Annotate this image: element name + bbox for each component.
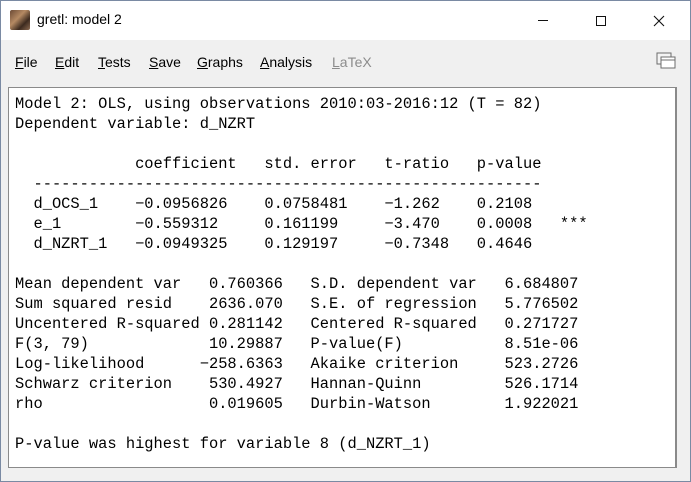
menu-graphs[interactable]: Graphs: [197, 54, 243, 70]
minimize-button[interactable]: [520, 1, 566, 40]
menu-edit[interactable]: Edit: [55, 54, 79, 70]
menu-latex[interactable]: LaTeX: [332, 54, 372, 70]
model-output-text-area[interactable]: Model 2: OLS, using observations 2010:03…: [8, 87, 677, 468]
output-line: d_NZRT_1 −0.0949325 0.129197 −0.7348 0.4…: [15, 235, 533, 253]
output-line: P-value was highest for variable 8 (d_NZ…: [15, 435, 431, 453]
output-line: Uncentered R-squared 0.281142 Centered R…: [15, 315, 579, 333]
output-line: Log-likelihood −258.6363 Akaike criterio…: [15, 355, 579, 373]
output-line: Sum squared resid 2636.070 S.E. of regre…: [15, 295, 579, 313]
output-line: rho 0.019605 Durbin-Watson 1.922021: [15, 395, 579, 413]
output-line: Schwarz criterion 530.4927 Hannan-Quinn …: [15, 375, 579, 393]
title-bar[interactable]: gretl: model 2: [1, 1, 690, 40]
output-line: Model 2: OLS, using observations 2010:03…: [15, 95, 542, 113]
output-line: e_1 −0.559312 0.161199 −3.470 0.0008 ***: [15, 215, 588, 233]
menu-save[interactable]: Save: [149, 54, 181, 70]
maximize-button[interactable]: [578, 1, 624, 40]
output-line: ----------------------------------------…: [15, 175, 542, 193]
window-title: gretl: model 2: [37, 11, 122, 27]
output-line: F(3, 79) 10.29887 P-value(F) 8.51e-06: [15, 335, 579, 353]
menu-bar: File Edit Tests Save Graphs Analysis LaT…: [1, 40, 690, 84]
gretl-app-icon: [10, 10, 30, 30]
output-line: d_OCS_1 −0.0956826 0.0758481 −1.262 0.21…: [15, 195, 533, 213]
maximize-icon: [596, 15, 606, 26]
minimize-icon: [538, 20, 548, 21]
output-lines: Model 2: OLS, using observations 2010:03…: [15, 94, 588, 454]
output-line: coefficient std. error t-ratio p-value: [15, 155, 542, 173]
close-button[interactable]: [636, 1, 682, 40]
close-icon: [653, 15, 665, 26]
menu-tests[interactable]: Tests: [98, 54, 131, 70]
model-window: gretl: model 2 File Edit Tests Save Grap…: [0, 0, 691, 482]
output-line: Mean dependent var 0.760366 S.D. depende…: [15, 275, 579, 293]
menu-analysis[interactable]: Analysis: [260, 54, 312, 70]
output-line: Dependent variable: d_NZRT: [15, 115, 256, 133]
menu-file[interactable]: File: [15, 54, 38, 70]
window-list-icon[interactable]: [656, 52, 676, 70]
